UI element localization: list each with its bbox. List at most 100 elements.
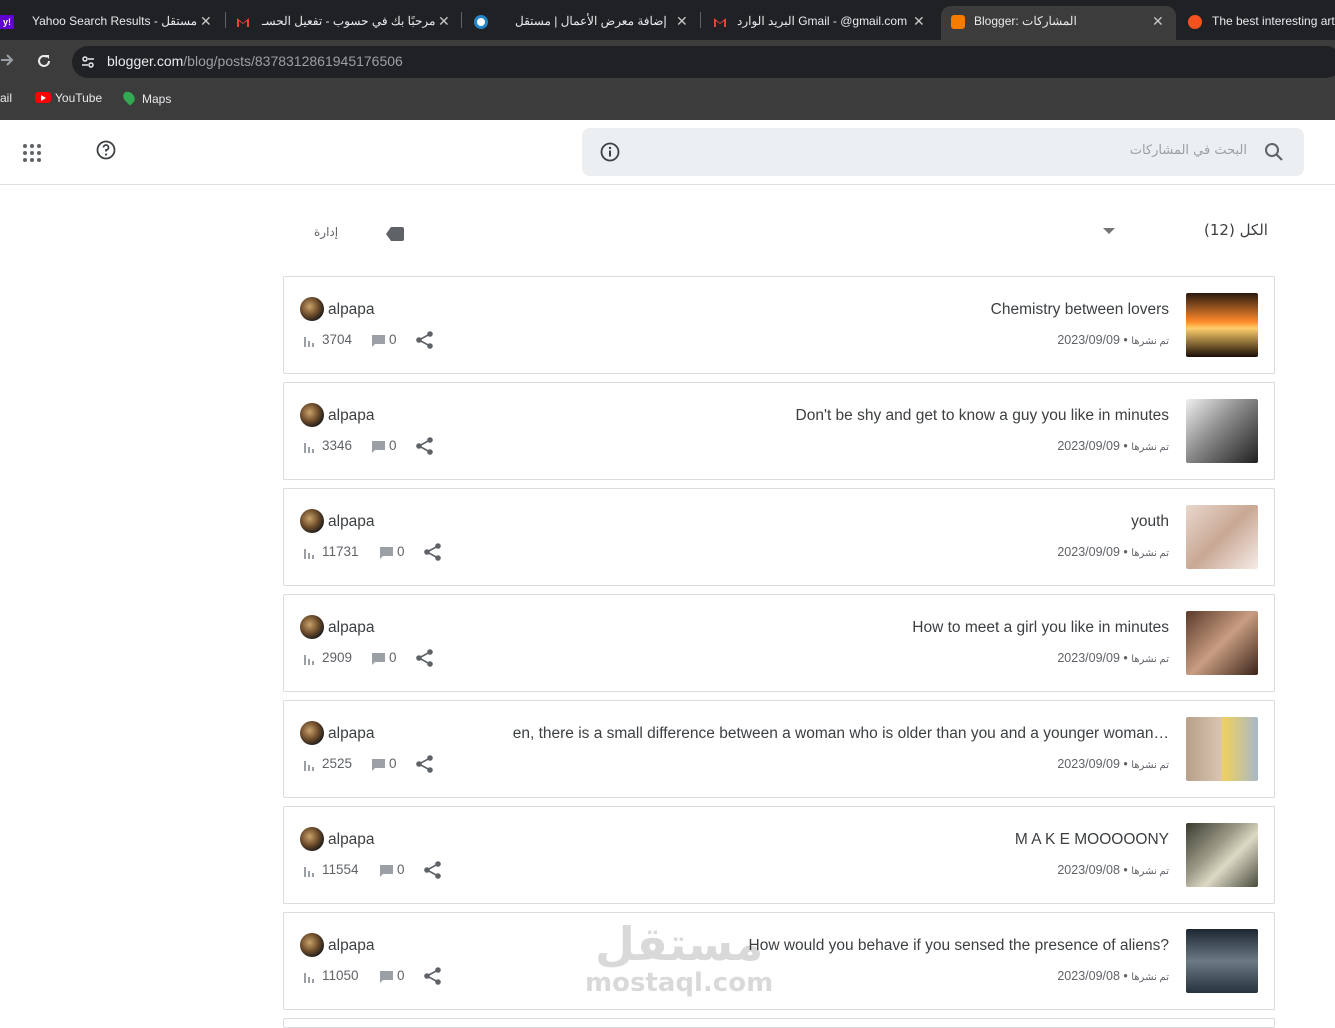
post-status: تم نشرها [1131, 654, 1169, 665]
bookmark-label: Maps [142, 92, 172, 106]
bookmark-maps[interactable]: Maps [120, 89, 172, 106]
post-thumbnail[interactable] [1186, 505, 1258, 569]
post-filter-select[interactable]: الكل (12) [1204, 221, 1268, 239]
post-thumbnail[interactable] [1186, 929, 1258, 993]
url-path: /blog/posts/8378312861945176506 [183, 53, 403, 69]
avatar [300, 827, 324, 851]
avatar [300, 297, 324, 321]
post-thumbnail[interactable] [1186, 399, 1258, 463]
info-icon[interactable] [600, 142, 620, 162]
post-row[interactable]: M A K E MOOOOONY 2023/09/08 • تم نشرها alp… [283, 806, 1275, 904]
post-row[interactable]: Don't be shy and get to know a guy you l… [283, 382, 1275, 480]
post-title[interactable]: Chemistry between lovers [991, 301, 1169, 319]
tab-art[interactable]: The best interesting art [1180, 6, 1335, 40]
apps-grid-icon[interactable] [23, 144, 41, 162]
share-icon[interactable] [415, 330, 435, 350]
browser-chrome: y! Yahoo Search Results - مستقل ✕ مرحبًا… [0, 0, 1335, 120]
post-author: alpapa [328, 513, 375, 530]
help-icon[interactable] [96, 140, 116, 160]
close-icon[interactable]: ✕ [438, 13, 450, 30]
post-thumbnail[interactable] [1186, 293, 1258, 357]
post-comments: 0 [397, 544, 405, 559]
avatar [300, 721, 324, 745]
post-meta: 2023/09/09 • تم نشرها [1057, 545, 1169, 559]
post-views: 11731 [322, 544, 359, 559]
post-row[interactable] [283, 1018, 1275, 1028]
site-info-icon[interactable] [80, 54, 96, 70]
post-row[interactable]: Chemistry between lovers 2023/09/09 • تم … [283, 276, 1275, 374]
post-row[interactable]: youth 2023/09/09 • تم نشرها alpapa 11731 0 [283, 488, 1275, 586]
post-date: 2023/09/09 [1057, 333, 1120, 347]
share-icon[interactable] [423, 542, 443, 562]
tab-title: The best interesting art [1212, 14, 1335, 28]
post-title[interactable]: M A K E MOOOOONY [1015, 831, 1169, 849]
comment-icon [380, 547, 393, 559]
share-icon[interactable] [415, 436, 435, 456]
bookmark-gmail[interactable]: ail [0, 91, 12, 105]
post-author: alpapa [328, 407, 375, 424]
post-row[interactable]: How to meet a girl you like in minutes 20… [283, 594, 1275, 692]
url-text[interactable]: blogger.com/blog/posts/83783128619451765… [107, 53, 403, 69]
forward-icon[interactable] [0, 52, 14, 68]
bookmark-label: ail [0, 91, 13, 105]
manage-labels-link[interactable]: إدارة [314, 225, 338, 239]
post-thumbnail[interactable] [1186, 611, 1258, 675]
post-date: 2023/09/08 [1057, 863, 1120, 877]
post-views: 3704 [322, 332, 353, 347]
post-thumbnail[interactable] [1186, 823, 1258, 887]
tab-title: مرحبًا بك في حسوب - تفعيل الحسـ [262, 14, 436, 28]
share-icon[interactable] [415, 754, 435, 774]
post-date: 2023/09/09 [1057, 545, 1120, 559]
stats-icon [304, 973, 314, 983]
post-title[interactable]: en, there is a small difference between … [513, 725, 1169, 743]
search-icon[interactable] [1264, 142, 1284, 162]
post-meta: 2023/09/09 • تم نشرها [1057, 439, 1169, 453]
post-title[interactable]: How to meet a girl you like in minutes [912, 619, 1169, 637]
close-icon[interactable]: ✕ [1152, 13, 1164, 30]
post-title[interactable]: youth [1131, 513, 1169, 531]
stats-icon [304, 761, 314, 771]
chevron-down-icon[interactable] [1103, 228, 1115, 234]
tab-yahoo[interactable]: y! Yahoo Search Results - مستقل ✕ [0, 6, 222, 40]
close-icon[interactable]: ✕ [200, 13, 212, 30]
label-icon[interactable] [386, 227, 404, 241]
post-row[interactable]: en, there is a small difference between … [283, 700, 1275, 798]
post-title[interactable]: How would you behave if you sensed the p… [749, 937, 1170, 955]
post-comments: 0 [389, 332, 397, 347]
avatar [300, 509, 324, 533]
share-icon[interactable] [423, 966, 443, 986]
blogger-icon [1188, 15, 1202, 29]
share-icon[interactable] [423, 860, 443, 880]
post-date: 2023/09/09 [1057, 651, 1120, 665]
post-views: 2909 [322, 650, 353, 665]
gmail-icon [713, 15, 727, 29]
tab-separator [461, 12, 462, 28]
bookmark-label: YouTube [55, 91, 103, 105]
share-icon[interactable] [415, 648, 435, 668]
post-views: 3346 [322, 438, 353, 453]
tab-hsoub[interactable]: مرحبًا بك في حسوب - تفعيل الحسـ ✕ [230, 6, 458, 40]
post-date: 2023/09/09 [1057, 439, 1120, 453]
tab-title: Blogger: المشاركات [974, 14, 1077, 28]
reload-icon[interactable] [36, 53, 52, 69]
tab-mostaql[interactable]: إضافة معرض الأعمال | مستقل ✕ [466, 6, 696, 40]
post-row[interactable]: How would you behave if you sensed the p… [283, 912, 1275, 1010]
maps-icon [120, 89, 138, 106]
tab-gmail[interactable]: البريد الوارد Gmail - @gmail.com ✕ [705, 6, 937, 40]
post-title[interactable]: Don't be shy and get to know a guy you l… [796, 407, 1169, 425]
post-author: alpapa [328, 831, 375, 848]
tab-blogger-active[interactable]: Blogger: المشاركات ✕ [941, 6, 1176, 40]
close-icon[interactable]: ✕ [913, 13, 925, 30]
post-date: 2023/09/08 [1057, 969, 1120, 983]
youtube-icon [35, 92, 51, 103]
post-author: alpapa [328, 619, 375, 636]
tab-separator [225, 12, 226, 28]
post-meta: 2023/09/09 • تم نشرها [1057, 757, 1169, 771]
comment-icon [372, 441, 385, 453]
close-icon[interactable]: ✕ [676, 13, 688, 30]
post-author: alpapa [328, 301, 375, 318]
post-thumbnail[interactable] [1186, 717, 1258, 781]
bookmark-youtube[interactable]: YouTube [35, 91, 102, 105]
comment-icon [372, 335, 385, 347]
post-status: تم نشرها [1131, 336, 1169, 347]
